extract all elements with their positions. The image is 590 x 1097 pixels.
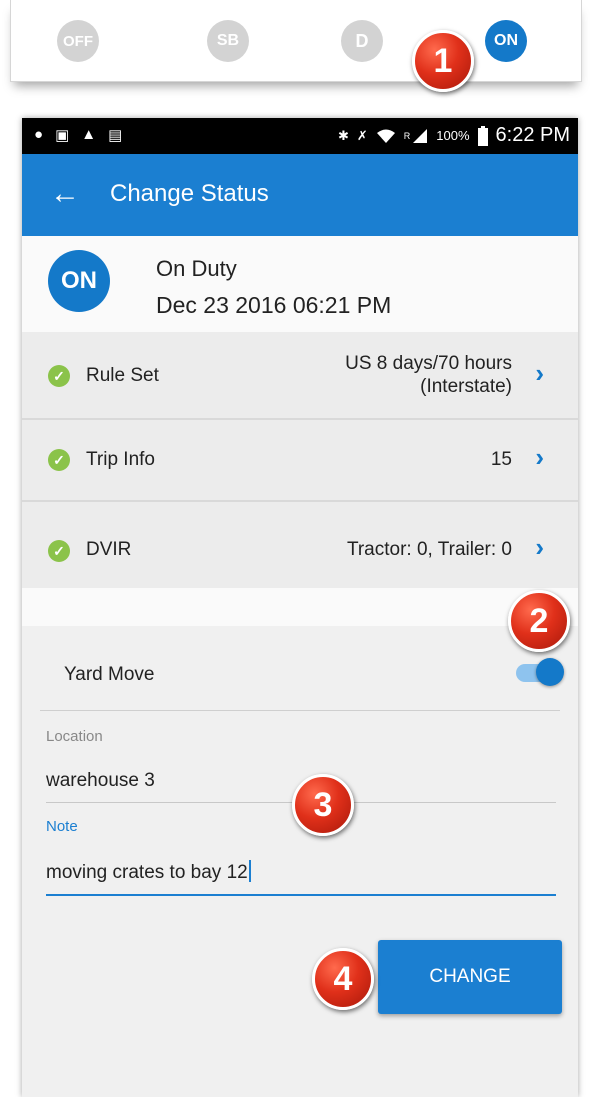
phone-screen: ● ▣ ▲ ▤ ✱ ✗ R 100% 6:22 PM ← Change Stat… bbox=[22, 118, 578, 1097]
dvir-label: DVIR bbox=[86, 539, 132, 560]
action-area: CHANGE bbox=[22, 922, 578, 1097]
note-label: Note bbox=[46, 818, 78, 835]
rule-set-row[interactable]: ✓ Rule Set US 8 days/70 hours (Interstat… bbox=[22, 332, 578, 420]
back-arrow-icon[interactable]: ← bbox=[50, 174, 80, 214]
current-status-header: ON On Duty Dec 23 2016 06:21 PM bbox=[22, 236, 578, 332]
callout-badge-2: 2 bbox=[508, 590, 570, 652]
current-status-datetime: Dec 23 2016 06:21 PM bbox=[156, 292, 392, 318]
sleeper-berth-button[interactable]: SB bbox=[207, 20, 249, 62]
bluetooth-icon: ✱ bbox=[337, 127, 349, 143]
chevron-right-icon: › bbox=[535, 358, 544, 388]
callout-badge-4: 4 bbox=[312, 948, 374, 1010]
notification-icon: ● bbox=[34, 126, 44, 143]
current-status-badge: ON bbox=[48, 250, 110, 312]
rule-set-label: Rule Set bbox=[86, 365, 159, 386]
toggle-knob[interactable] bbox=[536, 658, 564, 686]
android-status-bar: ● ▣ ▲ ▤ ✱ ✗ R 100% 6:22 PM bbox=[22, 118, 578, 154]
off-duty-button[interactable]: OFF bbox=[57, 20, 99, 62]
rule-set-value: US 8 days/70 hours (Interstate) bbox=[345, 353, 512, 397]
dvir-row[interactable]: ✓ DVIR Tractor: 0, Trailer: 0 › bbox=[22, 502, 578, 588]
trip-info-label: Trip Info bbox=[86, 449, 155, 470]
change-button[interactable]: CHANGE bbox=[378, 940, 562, 1014]
callout-badge-3: 3 bbox=[292, 774, 354, 836]
chevron-right-icon: › bbox=[535, 532, 544, 562]
note-underline bbox=[46, 894, 556, 896]
dvir-value: Tractor: 0, Trailer: 0 bbox=[346, 539, 512, 560]
trip-info-value: 15 bbox=[490, 449, 512, 470]
location-label: Location bbox=[46, 728, 103, 745]
battery-percent: 100% bbox=[436, 128, 470, 143]
duty-status-strip: OFF SB D ON bbox=[10, 0, 582, 82]
image-icon: ▣ bbox=[55, 127, 70, 144]
yard-move-label: Yard Move bbox=[64, 664, 155, 685]
clipboard-icon: ▤ bbox=[108, 127, 123, 144]
driving-button[interactable]: D bbox=[341, 20, 383, 62]
app-bar: ← Change Status bbox=[22, 154, 578, 236]
clock: 6:22 PM bbox=[495, 124, 570, 146]
battery-icon bbox=[477, 125, 488, 146]
section-spacer bbox=[22, 588, 578, 626]
wifi-icon bbox=[376, 129, 395, 143]
check-icon: ✓ bbox=[48, 365, 70, 387]
callout-badge-1: 1 bbox=[412, 30, 474, 92]
current-status-label: On Duty bbox=[156, 256, 237, 281]
check-icon: ✓ bbox=[48, 449, 70, 471]
location-field[interactable]: warehouse 3 bbox=[46, 770, 155, 792]
divider bbox=[40, 710, 560, 711]
signal-icon bbox=[413, 128, 428, 143]
check-icon: ✓ bbox=[48, 540, 70, 562]
text-cursor bbox=[248, 860, 251, 882]
chevron-right-icon: › bbox=[535, 442, 544, 472]
yard-move-form: Yard Move Location warehouse 3 Note movi… bbox=[22, 626, 578, 922]
on-duty-button[interactable]: ON bbox=[485, 20, 527, 62]
page-title: Change Status bbox=[110, 180, 269, 207]
note-field[interactable]: moving crates to bay 12 bbox=[46, 860, 251, 884]
mute-icon: ✗ bbox=[356, 127, 368, 143]
trip-info-row[interactable]: ✓ Trip Info 15 › bbox=[22, 420, 578, 502]
roaming-indicator: R bbox=[403, 130, 411, 141]
warning-icon: ▲ bbox=[81, 126, 97, 143]
